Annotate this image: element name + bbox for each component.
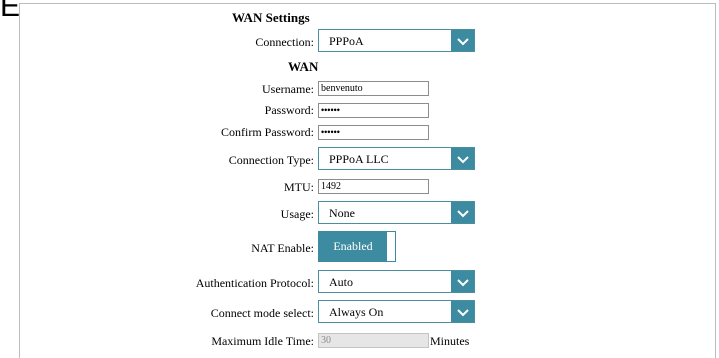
mtu-field[interactable]: 1492 (318, 179, 429, 194)
connection-type-select[interactable]: PPPoA LLC (318, 147, 475, 170)
section-title: WAN Settings (232, 10, 310, 25)
connection-select[interactable]: PPPoA (318, 29, 475, 52)
max-idle-time-field: 30 (318, 333, 429, 348)
nat-enable-label: NAT Enable: (251, 241, 314, 255)
connection-value: PPPoA (329, 34, 364, 48)
confirm-password-field[interactable]: •••••• (318, 125, 429, 140)
auth-protocol-select[interactable]: Auto (318, 270, 475, 293)
connect-mode-select[interactable]: Always On (318, 300, 475, 323)
nat-enable-state: Enabled (319, 232, 387, 261)
password-label: Password: (264, 103, 314, 117)
max-idle-time-unit: Minutes (430, 334, 470, 348)
password-field[interactable]: •••••• (318, 103, 429, 118)
confirm-password-label: Confirm Password: (221, 125, 314, 139)
usage-value: None (329, 206, 355, 220)
chevron-down-icon[interactable] (451, 271, 474, 292)
auth-protocol-label: Authentication Protocol: (195, 276, 314, 290)
auth-protocol-value: Auto (329, 275, 353, 289)
chevron-down-icon[interactable] (451, 148, 474, 169)
chevron-down-icon[interactable] (451, 202, 474, 223)
username-label: Username: (262, 82, 314, 96)
edge-glyph: E (0, 0, 21, 23)
max-idle-time-label: Maximum Idle Time: (211, 334, 314, 348)
username-field[interactable]: benvenuto (318, 81, 429, 96)
wan-settings-page: E WAN Settings Connection: PPPoA WAN Use… (0, 0, 719, 358)
chevron-down-icon[interactable] (451, 301, 474, 322)
usage-select[interactable]: None (318, 201, 475, 224)
connect-mode-value: Always On (329, 305, 384, 319)
usage-label: Usage: (280, 207, 314, 221)
chevron-down-icon[interactable] (451, 30, 474, 51)
connection-type-label: Connection Type: (228, 153, 314, 167)
connection-label: Connection: (255, 35, 314, 49)
mtu-label: MTU: (284, 180, 314, 194)
nat-enable-toggle[interactable]: Enabled (318, 231, 396, 262)
connect-mode-label: Connect mode select: (210, 306, 314, 320)
connection-type-value: PPPoA LLC (329, 152, 389, 166)
subsection-title: WAN (288, 59, 319, 74)
